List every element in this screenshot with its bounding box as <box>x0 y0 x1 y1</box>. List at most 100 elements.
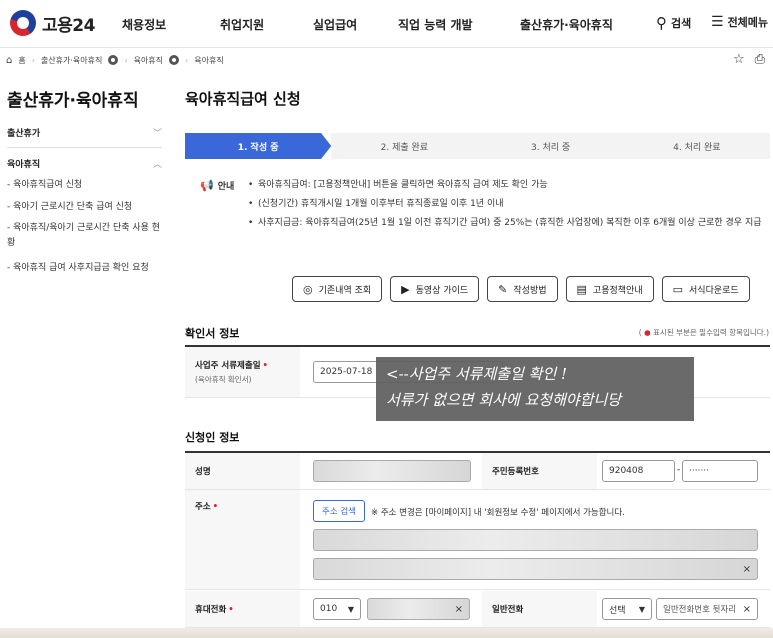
notice-item: 사후지급금: 육아휴직급여(25년 1월 1일 이전 휴직기간 급여) 중 25… <box>248 214 768 233</box>
step-writing: 1. 작성 중 <box>185 133 332 159</box>
nav-item-jobs[interactable]: 채용정보 <box>122 16 166 33</box>
rrn-dash: - <box>677 465 681 475</box>
clear-icon[interactable]: × <box>743 604 751 615</box>
mobile-label-text: 휴대전화 <box>195 605 227 615</box>
notice-head: 📢 안내 <box>200 179 234 192</box>
rrn-front-field[interactable]: 920408 <box>602 460 675 482</box>
phone-area-value: 선택 <box>609 605 626 616</box>
rrn-front-value: 920408 <box>609 466 644 476</box>
mobile-prefix-select[interactable]: 010 ▼ <box>313 598 361 620</box>
name-rrn-row: 성명 주민등록번호 920408 - ······· <box>185 453 770 490</box>
chevron-down-icon: ﹀ <box>152 129 162 139</box>
confirm-section-title: 확인서 정보 <box>185 327 240 340</box>
page-actions: ☆ ⎙ <box>733 52 765 67</box>
rrn-back-field[interactable]: ······· <box>682 460 758 482</box>
address-line2-field[interactable]: × <box>313 558 758 580</box>
address-search-button[interactable]: 주소 검색 <box>313 500 365 522</box>
nav-item-employment-support[interactable]: 취업지원 <box>220 16 264 33</box>
applicant-section-title: 신청인 정보 <box>185 431 240 444</box>
search-button[interactable]: ⚲ 검색 <box>656 14 691 32</box>
breadcrumb-level1[interactable]: 출산휴가·육아휴직 <box>41 55 102 66</box>
megaphone-icon: 📢 <box>200 179 214 192</box>
address-row: 주소 • 주소 검색 ※ 주소 변경은 [마이페이지] 내 '회원정보 수정' 페… <box>185 490 770 590</box>
breadcrumb-separator: › <box>124 55 128 65</box>
step-completed: 4. 처리 완료 <box>623 133 770 159</box>
breadcrumb-home[interactable]: 홈 <box>18 55 25 66</box>
required-note: ( ● 표시된 부분은 필수입력 항목입니다.) <box>638 328 769 337</box>
sidebar-group-parental-leave[interactable]: 육아휴직 ︿ <box>7 157 162 170</box>
form-download-button[interactable]: ▭ 서식다운로드 <box>661 276 750 302</box>
chevron-down-icon: ▼ <box>347 604 354 614</box>
required-mark: • <box>262 361 268 371</box>
employer-date-label-text: 사업주 서류제출일 <box>195 361 261 371</box>
top-navigation: 고용24 채용정보 취업지원 실업급여 직업 능력 개발 출산휴가·육아휴직 ⚲… <box>0 0 773 48</box>
rrn-label: 주민등록번호 <box>482 453 597 489</box>
button-label: 서식다운로드 <box>689 285 739 296</box>
phone-label: 일반전화 <box>482 591 597 627</box>
sidebar-item-usage-status[interactable]: - 육아휴직/육아기 근로시간 단축 사용 현황 <box>7 221 165 251</box>
phone-number-field[interactable]: 일반전화번호 뒷자리 × <box>656 598 758 620</box>
home-icon[interactable]: ⌂ <box>6 55 12 66</box>
button-label: 작성방법 <box>513 285 547 296</box>
required-note-text: 표시된 부분은 필수입력 항목입니다. <box>653 328 767 337</box>
history-lookup-button[interactable]: ◎ 기존내역 조회 <box>292 276 383 302</box>
notice-list: 육아휴직급여: [고용정책안내] 버튼을 클릭하면 육아휴직 급여 제도 확인 … <box>248 176 768 233</box>
full-menu-button[interactable]: ☰ 전체메뉴 <box>711 14 768 30</box>
site-logo[interactable]: 고용24 <box>10 10 95 36</box>
sidebar-title: 출산휴가·육아휴직 <box>7 91 139 111</box>
logo-text: 고용24 <box>42 15 95 36</box>
mobile-label: 휴대전화 • <box>185 591 300 627</box>
sidebar-group-label: 육아휴직 <box>7 160 41 170</box>
phone-area-select[interactable]: 선택 ▼ <box>602 598 652 620</box>
how-to-write-button[interactable]: ✎ 작성방법 <box>487 276 558 302</box>
name-label-text: 성명 <box>195 467 211 477</box>
phone-label-text: 일반전화 <box>492 605 524 615</box>
required-mark: • <box>228 605 234 615</box>
chevron-up-icon: ︿ <box>152 160 162 170</box>
bottom-band <box>0 628 773 638</box>
mobile-prefix-value: 010 <box>320 604 338 614</box>
policy-guide-button[interactable]: ▤ 고용정책안내 <box>565 276 654 302</box>
full-menu-label: 전체메뉴 <box>727 16 769 29</box>
notice-item: (신청기간) 휴직개시일 1개월 이후부터 휴직종료일 이후 1년 이내 <box>248 195 768 214</box>
logo-mark-icon <box>10 10 36 36</box>
rrn-label-text: 주민등록번호 <box>492 467 539 477</box>
pencil-icon: ✎ <box>498 282 508 296</box>
nav-item-unemployment-benefit[interactable]: 실업급여 <box>313 16 357 33</box>
document-icon: ▤ <box>576 282 587 296</box>
clear-icon[interactable]: × <box>455 604 463 615</box>
name-field[interactable] <box>313 460 471 482</box>
nav-item-job-skills[interactable]: 직업 능력 개발 <box>398 16 473 33</box>
required-dot-icon: ● <box>644 328 651 337</box>
breadcrumb-separator: › <box>185 55 189 65</box>
nav-item-maternity-leave[interactable]: 출산휴가·육아휴직 <box>520 16 613 33</box>
required-mark: • <box>212 502 219 512</box>
breadcrumb: ⌂ 홈 › 출산휴가·육아휴직 › 육아휴직 › 육아휴직 <box>6 52 224 68</box>
breadcrumb-separator: › <box>31 55 35 65</box>
step-submitted: 2. 제출 완료 <box>331 133 478 159</box>
mobile-number-field[interactable]: × <box>367 598 470 620</box>
address-note: ※ 주소 변경은 [마이페이지] 내 '회원정보 수정' 페이지에서 가능합니다… <box>371 508 625 518</box>
name-label: 성명 <box>185 453 300 489</box>
sidebar-item-deferred-payment[interactable]: - 육아휴직 급여 사후지급금 확인 요청 <box>7 261 167 276</box>
search-icon: ⚲ <box>656 14 667 32</box>
sidebar-group-maternity[interactable]: 출산휴가 ﹀ <box>7 126 162 139</box>
sidebar-item-parental-leave-benefit[interactable]: - 육아휴직급여 신청 <box>7 178 167 193</box>
video-guide-button[interactable]: ▶ 동영상 가이드 <box>390 276 480 302</box>
breadcrumb-level2[interactable]: 육아휴직 <box>134 55 163 66</box>
employer-date-value: 2025-07-18 <box>320 367 373 377</box>
address-line1-field[interactable] <box>313 529 758 551</box>
print-icon[interactable]: ⎙ <box>755 52 765 67</box>
dropdown-dot-icon[interactable] <box>108 55 119 65</box>
sidebar-group-label: 출산휴가 <box>7 129 41 139</box>
star-icon[interactable]: ☆ <box>733 52 745 67</box>
sidebar-item-reduced-hours-benefit[interactable]: - 육아기 근로시간 단축 급여 신청 <box>7 200 167 215</box>
annotation-line1: <--사업주 서류제출일 확인 ! <box>386 365 568 383</box>
clear-icon[interactable]: × <box>743 564 751 575</box>
employer-date-sublabel: (육아휴직 확인서) <box>195 375 252 384</box>
divider <box>7 147 162 148</box>
notice-label: 안내 <box>217 182 235 192</box>
dropdown-dot-icon[interactable] <box>169 55 180 65</box>
annotation-line2: 서류가 없으면 회사에 요청해야합니당 <box>386 391 622 409</box>
monitor-icon: ▭ <box>672 282 684 296</box>
